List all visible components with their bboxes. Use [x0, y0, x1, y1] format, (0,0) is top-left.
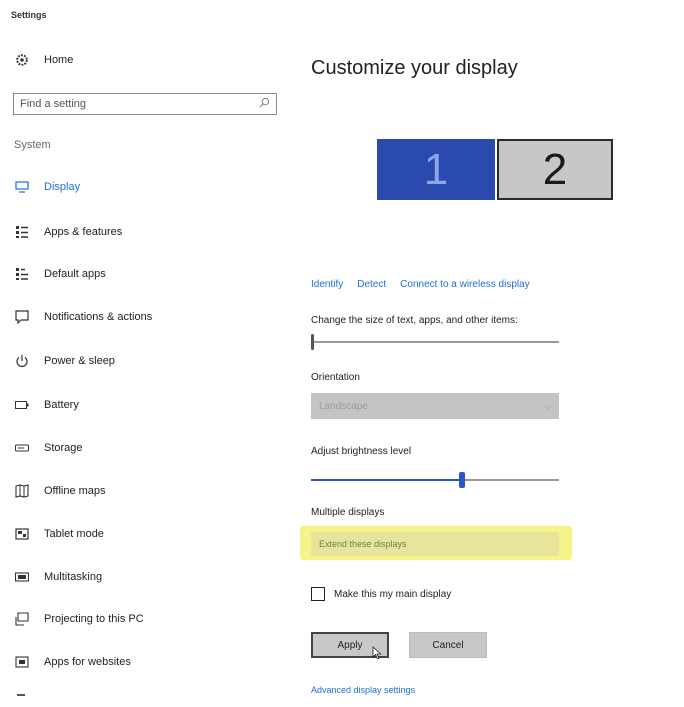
- sidebar-more-indicator: [17, 694, 25, 696]
- sidebar-item-default-apps[interactable]: Default apps: [14, 262, 106, 286]
- sidebar-item-battery[interactable]: Battery: [14, 393, 79, 417]
- main-display-checkbox[interactable]: [311, 587, 325, 601]
- power-icon: [14, 353, 30, 369]
- cancel-button[interactable]: Cancel: [409, 632, 487, 658]
- identify-link[interactable]: Identify: [311, 279, 343, 290]
- brightness-slider[interactable]: [311, 472, 559, 488]
- sidebar-item-label: Default apps: [44, 268, 106, 280]
- advanced-display-settings-link[interactable]: Advanced display settings: [311, 685, 415, 695]
- monitor-number: 2: [542, 144, 568, 194]
- multitasking-icon: [14, 569, 30, 585]
- main-display-option[interactable]: Make this my main display: [311, 587, 451, 601]
- size-label: Change the size of text, apps, and other…: [311, 315, 518, 326]
- multiple-displays-dropdown[interactable]: Extend these displays: [311, 532, 559, 556]
- apps-websites-icon: [14, 654, 30, 670]
- brightness-label: Adjust brightness level: [311, 446, 412, 457]
- sidebar-item-apps-features[interactable]: Apps & features: [14, 220, 122, 244]
- orientation-value: Landscape: [319, 400, 368, 412]
- battery-icon: [14, 397, 30, 413]
- size-slider[interactable]: [311, 334, 559, 350]
- slider-thumb[interactable]: [459, 472, 466, 488]
- sidebar-item-label: Apps for websites: [44, 656, 131, 668]
- apps-features-icon: [14, 224, 30, 240]
- slider-fill: [311, 479, 463, 481]
- sidebar-item-label: Multitasking: [44, 571, 103, 583]
- sidebar-item-storage[interactable]: Storage: [14, 436, 83, 460]
- sidebar-item-notifications[interactable]: Notifications & actions: [14, 305, 152, 329]
- tablet-icon: [14, 526, 30, 542]
- main-display-label: Make this my main display: [334, 588, 452, 600]
- sidebar-item-label: Projecting to this PC: [44, 613, 144, 625]
- sidebar-item-label: Tablet mode: [44, 528, 104, 540]
- sidebar-section-label: System: [14, 139, 51, 151]
- sidebar-item-label: Storage: [44, 442, 83, 454]
- sidebar-item-label: Offline maps: [44, 485, 106, 497]
- sidebar-item-tablet-mode[interactable]: Tablet mode: [14, 522, 104, 546]
- storage-icon: [14, 440, 30, 456]
- sidebar-item-label: Display: [44, 181, 81, 193]
- sidebar-item-label: Apps & features: [44, 226, 123, 238]
- sidebar-item-display[interactable]: Display: [14, 175, 80, 199]
- display-links: Identify Detect Connect to a wireless di…: [311, 279, 530, 290]
- gear-icon: [14, 52, 30, 68]
- sidebar-item-projecting[interactable]: Projecting to this PC: [14, 607, 144, 631]
- monitor-2[interactable]: 2: [497, 139, 613, 200]
- sidebar-item-home[interactable]: Home: [14, 48, 73, 72]
- chevron-down-icon: ⌵: [544, 400, 551, 411]
- sidebar-item-label: Home: [44, 54, 74, 66]
- slider-thumb[interactable]: [311, 334, 314, 350]
- sidebar-item-apps-websites[interactable]: Apps for websites: [14, 650, 131, 674]
- sidebar-item-label: Battery: [44, 399, 79, 411]
- default-apps-icon: [14, 266, 30, 282]
- detect-link[interactable]: Detect: [357, 279, 386, 290]
- monitor-1[interactable]: 1: [377, 139, 495, 200]
- map-icon: [14, 483, 30, 499]
- search-input[interactable]: [20, 98, 220, 110]
- sidebar-item-label: Notifications & actions: [44, 311, 153, 323]
- mouse-cursor-icon: [372, 646, 382, 665]
- search-icon[interactable]: [259, 95, 270, 113]
- slider-track: [311, 341, 559, 343]
- monitor-number: 1: [423, 144, 449, 194]
- sidebar-item-multitasking[interactable]: Multitasking: [14, 565, 102, 589]
- window-title: Settings: [11, 10, 47, 20]
- connect-wireless-link[interactable]: Connect to a wireless display: [400, 279, 530, 290]
- sidebar-item-offline-maps[interactable]: Offline maps: [14, 479, 106, 503]
- sidebar-item-label: Power & sleep: [44, 355, 115, 367]
- search-box[interactable]: [13, 93, 277, 115]
- multiple-displays-label: Multiple displays: [311, 507, 385, 518]
- orientation-label: Orientation: [311, 372, 360, 383]
- sidebar-item-power-sleep[interactable]: Power & sleep: [14, 349, 115, 373]
- display-icon: [14, 179, 30, 195]
- page-title: Customize your display: [311, 57, 518, 79]
- orientation-dropdown[interactable]: Landscape ⌵: [311, 393, 559, 419]
- notifications-icon: [14, 309, 30, 325]
- projecting-icon: [14, 611, 30, 627]
- multiple-displays-value: Extend these displays: [319, 539, 407, 549]
